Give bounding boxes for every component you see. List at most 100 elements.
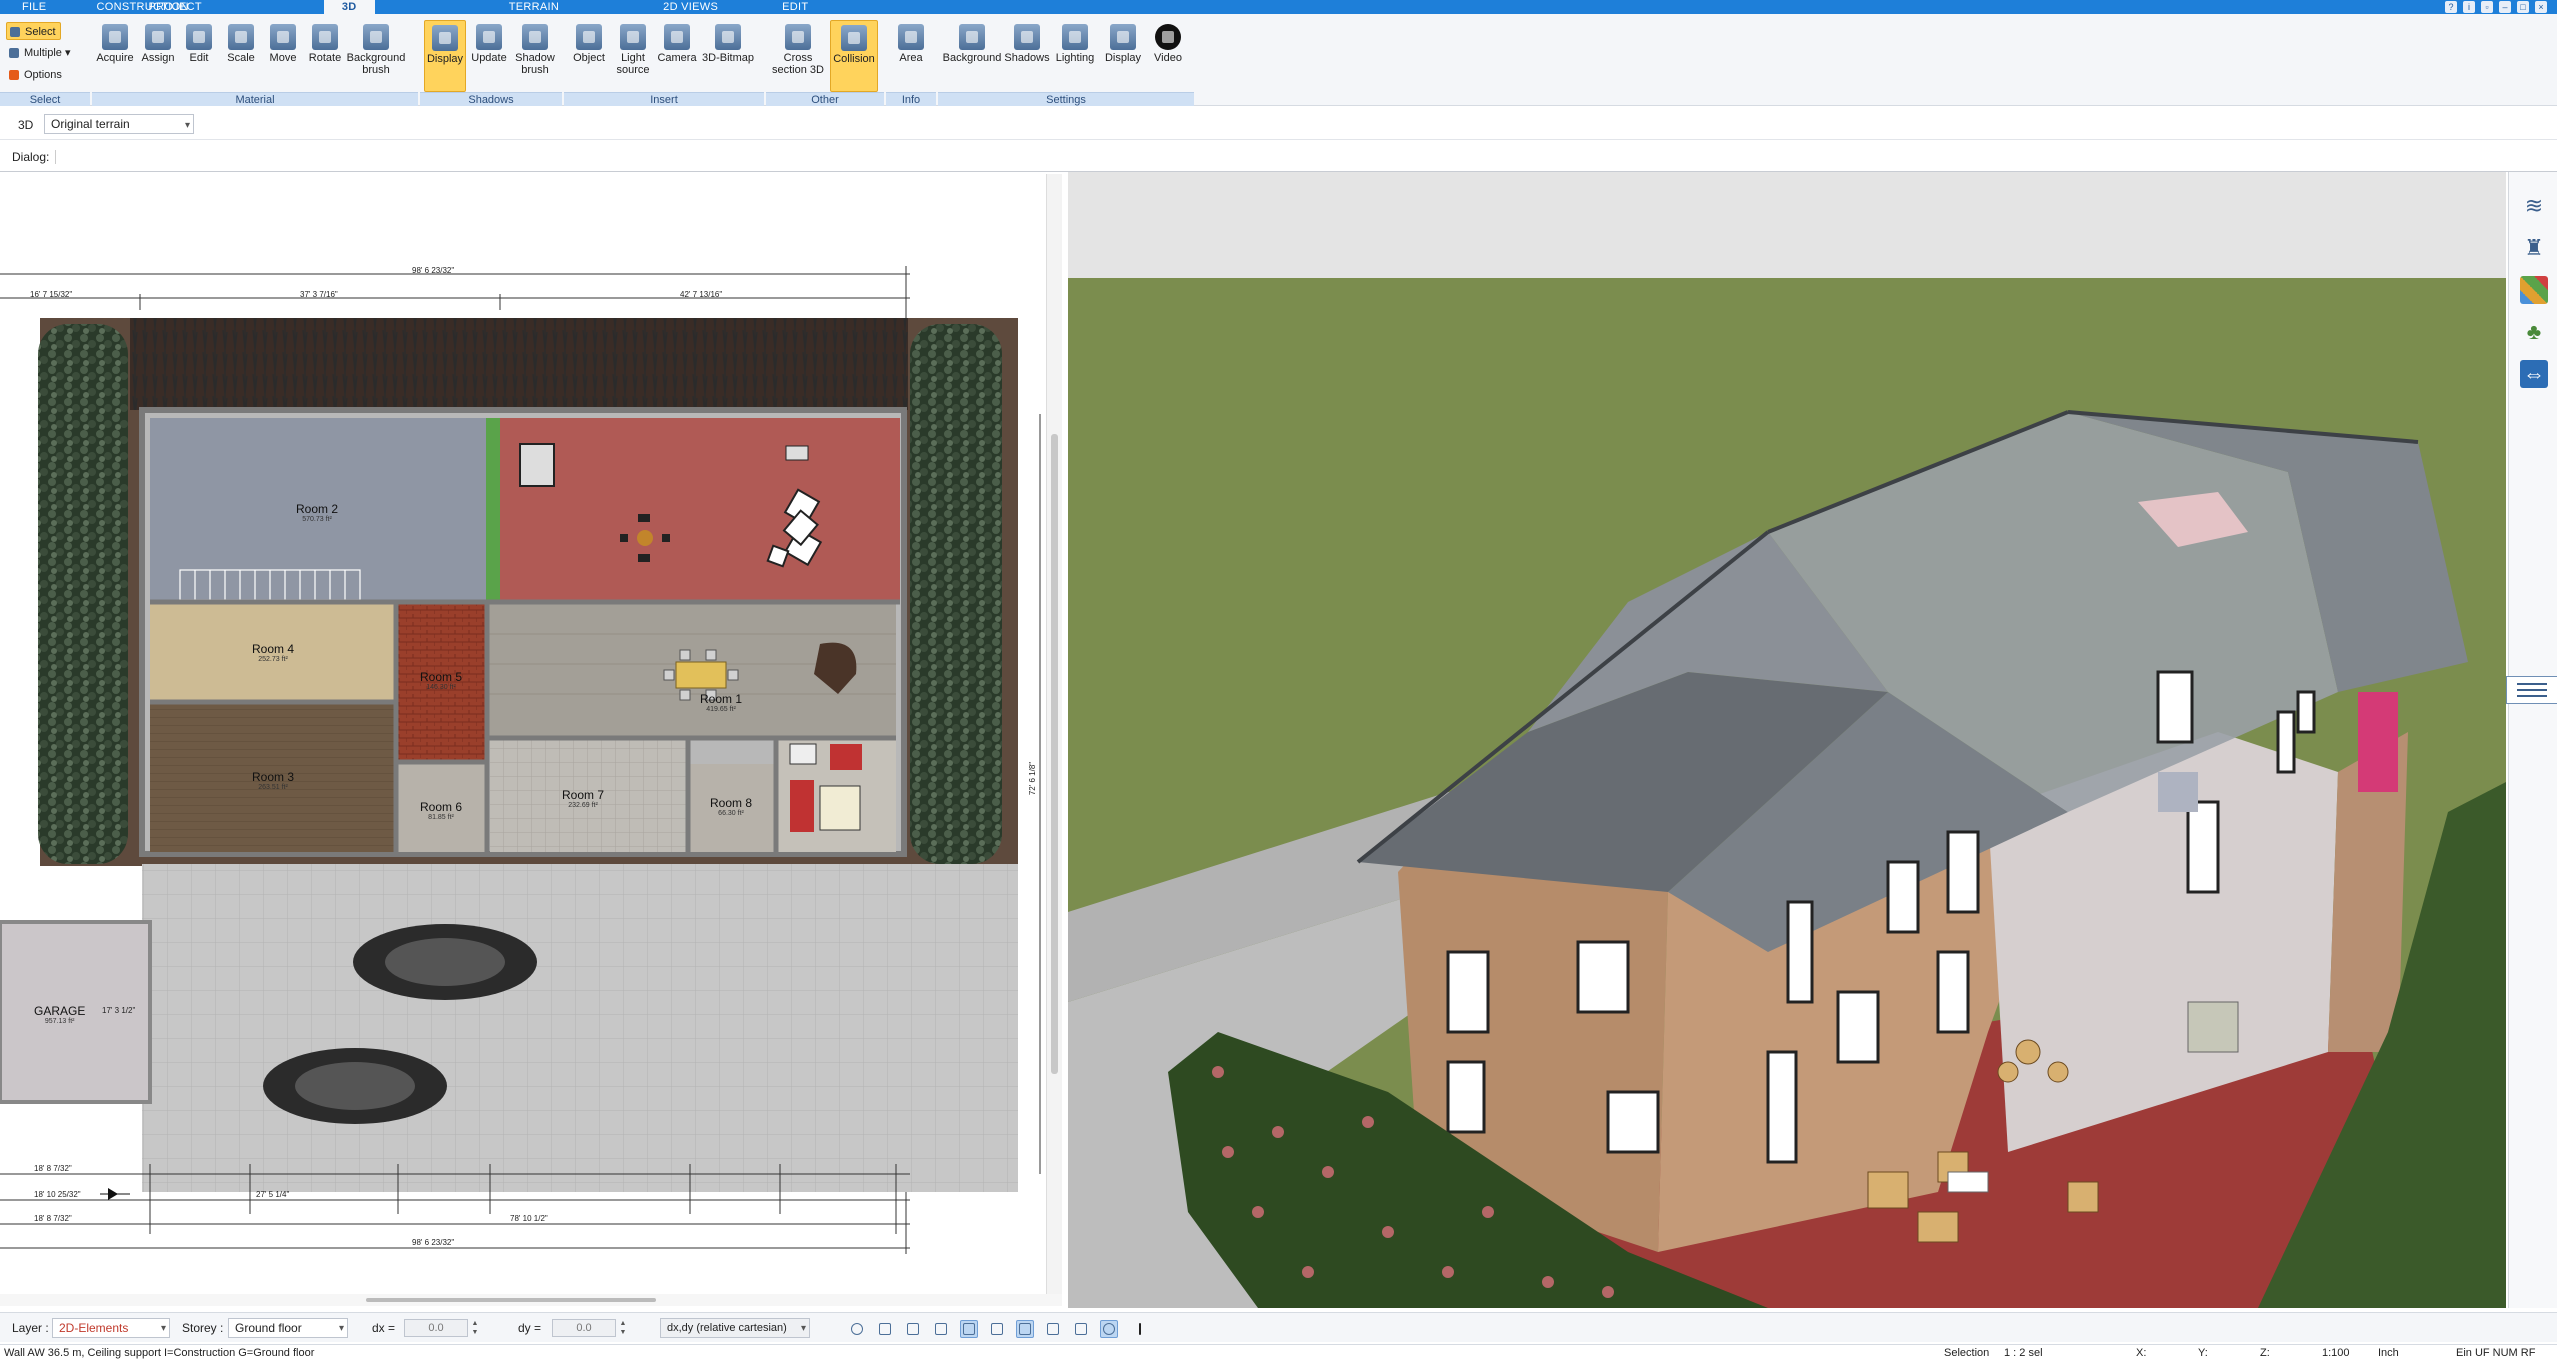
scroll-thumb[interactable] (366, 1298, 656, 1302)
select-filter-icon[interactable] (904, 1320, 922, 1338)
help-icon[interactable]: ? (2445, 1, 2457, 13)
chevron-down-icon: ▾ (800, 1323, 806, 1334)
info-icon[interactable]: i (2463, 1, 2475, 13)
select-button[interactable]: Select (6, 22, 61, 40)
room-label[interactable]: Room 2 570.73 ft² (296, 502, 338, 523)
tab-3d[interactable]: 3D (323, 0, 375, 14)
dx-input[interactable]: 0.0 (404, 1319, 468, 1337)
storey-select[interactable]: Ground floor ▾ (228, 1318, 348, 1338)
acquire-button[interactable]: Acquire (94, 20, 136, 92)
insert-camera-button[interactable]: Camera (656, 20, 698, 92)
insert-3d-bitmap-button[interactable]: 3D-Bitmap (700, 20, 756, 92)
room-label[interactable]: Room 7 232.69 ft² (562, 788, 604, 809)
cross-section-3d-button[interactable]: Cross section 3D (770, 20, 826, 92)
measure-icon[interactable]: ⇔ (2520, 360, 2548, 388)
group-label-insert: Insert (564, 92, 764, 106)
shadow-brush-button[interactable]: Shadow brush (512, 20, 558, 92)
play-icon (1155, 24, 1181, 50)
tab-2d-views[interactable]: 2D VIEWS (641, 0, 740, 14)
lightbulb-icon (620, 24, 646, 50)
room-label[interactable]: GARAGE 957.13 ft² (34, 1004, 85, 1025)
ribbon-tab-bar: FILE PROJECT 3D CONSTRUCTION TERRAIN 2D … (0, 0, 2557, 14)
update-shadows-button[interactable]: Update (468, 20, 510, 92)
insert-light-button[interactable]: Light source (612, 20, 654, 92)
dim-right-side: 72' 6 1/8" (1028, 761, 1038, 796)
lines-icon[interactable] (1044, 1320, 1062, 1338)
tab-construction[interactable]: CONSTRUCTION (75, 0, 211, 14)
tab-edit[interactable]: EDIT (760, 0, 830, 14)
clock-icon[interactable] (848, 1320, 866, 1338)
refresh-cube-icon (476, 24, 502, 50)
plan-vertical-scrollbar[interactable] (1046, 174, 1062, 1294)
collision-button[interactable]: Collision (830, 20, 878, 92)
room-label[interactable]: Room 3 263.51 ft² (252, 770, 294, 791)
paint-bucket-icon (145, 24, 171, 50)
options-button[interactable]: Options (6, 66, 66, 84)
more-options-icon[interactable] (1136, 1320, 1144, 1338)
shadow-brush-icon (522, 24, 548, 50)
ribbon-group-shadows: Display Update Shadow brush Shadows (420, 14, 562, 106)
scroll-thumb[interactable] (1051, 434, 1058, 1074)
eyedropper-icon (102, 24, 128, 50)
group-label-material: Material (92, 92, 418, 106)
room-label[interactable]: Room 8 66.30 ft² (710, 796, 752, 817)
snap-icon[interactable] (876, 1320, 894, 1338)
ribbon-group-settings: Background Shadows Lighting Display Vide… (938, 14, 1194, 106)
tree-icon[interactable]: ♣ (2520, 318, 2548, 346)
edit-material-button[interactable]: Edit (178, 20, 220, 92)
room-label[interactable]: Room 1 419.65 ft² (700, 692, 742, 713)
room-label[interactable]: Room 5 146.30 ft² (420, 670, 462, 691)
background-button[interactable]: Background (942, 20, 1002, 92)
scale-button[interactable]: Scale (220, 20, 262, 92)
layer-select[interactable]: 2D-Elements ▾ (52, 1318, 170, 1338)
insert-object-button[interactable]: Object (568, 20, 610, 92)
close-icon[interactable]: × (2535, 1, 2547, 13)
fill-icon[interactable] (1016, 1320, 1034, 1338)
display-settings-button[interactable]: Display (1100, 20, 1146, 92)
display-shadows-button[interactable]: Display (424, 20, 466, 92)
dim-bottom-left-2: 18' 10 25/32" (34, 1190, 81, 1199)
tab-file[interactable]: FILE (0, 0, 68, 14)
sidebar-toggle-handle[interactable] (2506, 676, 2557, 704)
paint-icon[interactable] (932, 1320, 950, 1338)
dx-stepper[interactable]: ▲ ▼ (470, 1319, 480, 1337)
room-label[interactable]: Room 4 252.73 ft² (252, 642, 294, 663)
status-bar: Wall AW 36.5 m, Ceiling support I=Constr… (0, 1344, 2557, 1360)
materials-icon[interactable] (2520, 276, 2548, 304)
furniture-icon[interactable]: ♜ (2520, 234, 2548, 262)
north-icon[interactable] (1100, 1320, 1118, 1338)
shadows-settings-button[interactable]: Shadows (1004, 20, 1050, 92)
ribbon-group-info: Area Info (886, 14, 936, 106)
dy-stepper[interactable]: ▲ ▼ (618, 1319, 628, 1337)
ribbon-group-insert: Object Light source Camera 3D-Bitmap Ins… (564, 14, 764, 106)
area-button[interactable]: Area (890, 20, 932, 92)
move-button[interactable]: Move (262, 20, 304, 92)
z-coordinate: Z: (2260, 1347, 2270, 1359)
minimize-icon[interactable]: – (2499, 1, 2511, 13)
assign-button[interactable]: Assign (137, 20, 179, 92)
plan-horizontal-scrollbar[interactable] (0, 1294, 1062, 1306)
restore-icon[interactable]: ▫ (2481, 1, 2493, 13)
floor-plan-view[interactable]: 98' 6 23/32" 16' 7 15/32" 37' 3 7/16" 42… (0, 174, 1062, 1294)
ortho-icon[interactable] (960, 1320, 978, 1338)
layers-icon[interactable]: ≋ (2520, 192, 2548, 220)
background-icon (959, 24, 985, 50)
rotate-icon (312, 24, 338, 50)
maximize-icon[interactable]: □ (2517, 1, 2529, 13)
hatch-icon[interactable] (988, 1320, 1006, 1338)
video-button[interactable]: Video (1148, 20, 1188, 92)
tab-terrain[interactable]: TERRAIN (487, 0, 581, 14)
terrain-select[interactable]: Original terrain ▾ (44, 114, 194, 134)
group-label-shadows: Shadows (420, 92, 562, 106)
brush-icon (363, 24, 389, 50)
rotate-button[interactable]: Rotate (304, 20, 346, 92)
unit-readout: Inch (2378, 1347, 2399, 1359)
lighting-button[interactable]: Lighting (1052, 20, 1098, 92)
room-label[interactable]: Room 6 81.85 ft² (420, 800, 462, 821)
coord-mode-select[interactable]: dx,dy (relative cartesian) ▾ (660, 1318, 810, 1338)
grid-icon[interactable] (1072, 1320, 1090, 1338)
dy-input[interactable]: 0.0 (552, 1319, 616, 1337)
multiple-button[interactable]: Multiple ▾ (6, 44, 74, 62)
background-brush-button[interactable]: Background brush (346, 20, 406, 92)
3d-view[interactable] (1068, 172, 2506, 1308)
